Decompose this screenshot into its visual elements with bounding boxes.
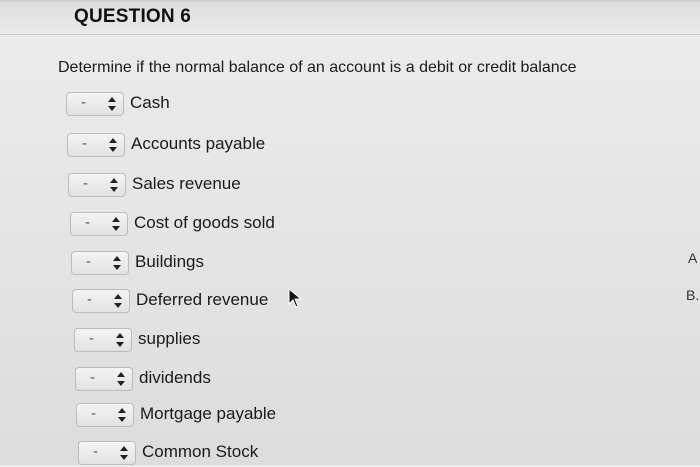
account-label: Cash (130, 93, 170, 112)
up-down-chevron-icon (116, 371, 126, 387)
select-value: - (89, 330, 94, 347)
side-label-a: A (688, 250, 698, 266)
balance-select[interactable]: - (78, 441, 136, 465)
account-label: dividends (139, 368, 211, 387)
side-label-b: B. (686, 287, 700, 303)
balance-select[interactable]: - (72, 289, 130, 313)
balance-select[interactable]: - (68, 173, 126, 197)
account-label: Deferred revenue (136, 290, 269, 309)
select-value: - (93, 443, 98, 460)
select-value: - (86, 253, 91, 270)
account-label: Common Stock (142, 442, 259, 461)
account-label: Cost of goods sold (134, 213, 275, 232)
top-divider (0, 0, 700, 2)
account-label: Sales revenue (132, 174, 241, 193)
balance-select[interactable]: - (76, 403, 134, 427)
balance-select[interactable]: - (67, 133, 125, 157)
balance-select[interactable]: - (66, 92, 124, 116)
up-down-chevron-icon (113, 293, 123, 309)
up-down-chevron-icon (119, 445, 129, 461)
select-value: - (85, 214, 90, 231)
account-label: supplies (138, 329, 201, 348)
select-value: - (90, 369, 95, 386)
up-down-chevron-icon (112, 255, 122, 271)
select-value: - (91, 405, 96, 422)
mouse-pointer-icon (286, 287, 304, 309)
up-down-chevron-icon (115, 332, 125, 348)
up-down-chevron-icon (117, 407, 127, 423)
up-down-chevron-icon (108, 137, 118, 153)
select-value: - (87, 291, 92, 308)
account-label: Mortgage payable (140, 404, 277, 423)
question-prompt: Determine if the normal balance of an ac… (58, 59, 577, 76)
select-value: - (83, 175, 88, 192)
up-down-chevron-icon (107, 96, 117, 112)
balance-select[interactable]: - (75, 367, 133, 391)
balance-select[interactable]: - (70, 212, 128, 236)
balance-select[interactable]: - (71, 251, 129, 275)
select-value: - (81, 94, 86, 111)
up-down-chevron-icon (111, 216, 121, 232)
account-label: Buildings (135, 252, 204, 271)
select-value: - (82, 135, 87, 152)
balance-select[interactable]: - (74, 328, 132, 352)
account-label: Accounts payable (131, 134, 266, 153)
question-title: QUESTION 6 (74, 6, 192, 27)
up-down-chevron-icon (109, 177, 119, 193)
